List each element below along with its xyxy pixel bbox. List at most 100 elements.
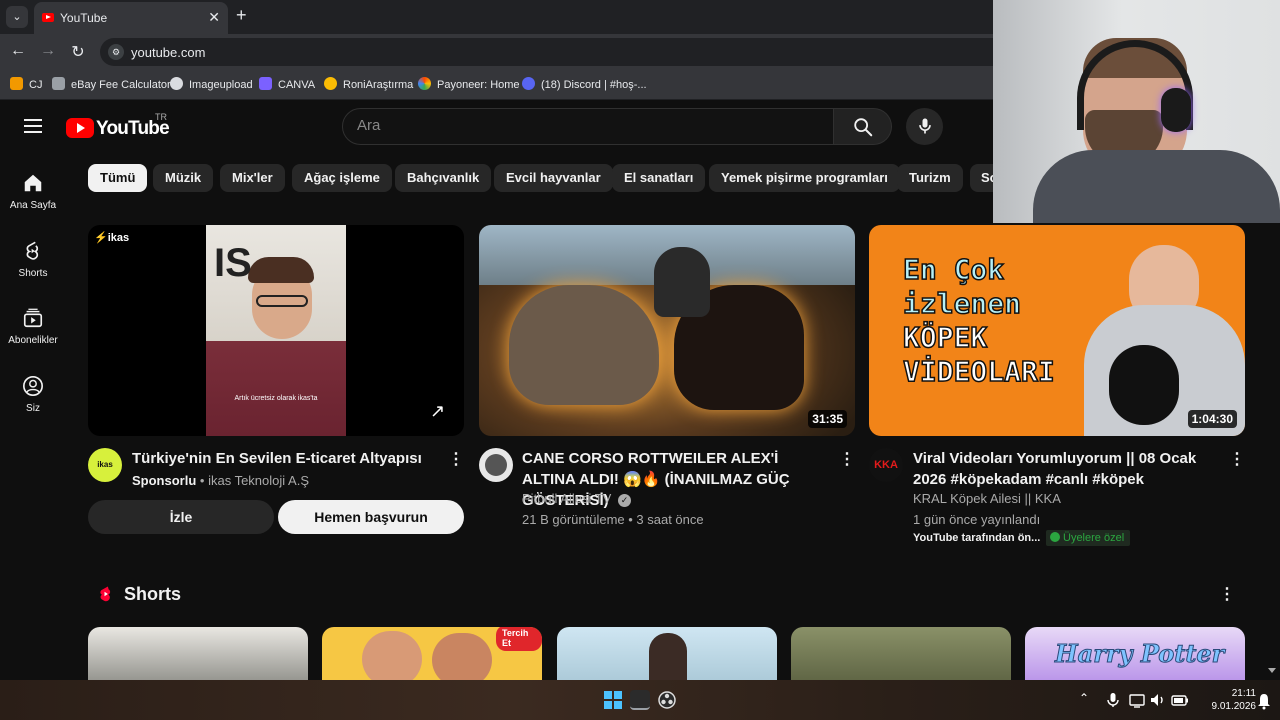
thumbnail-line: KÖPEK (902, 320, 988, 355)
short-thumbnail[interactable]: Tercih Et (322, 627, 542, 687)
volume-icon[interactable] (1148, 690, 1168, 710)
thumbnail-line: izlenen (902, 286, 1022, 321)
bookmark-discord[interactable]: (18) Discord | #hoş-... (522, 77, 647, 91)
chip-partial[interactable]: So (970, 164, 993, 192)
forward-arrow-icon[interactable]: → (38, 42, 58, 60)
ad-thumbnail-person-image: IS (206, 225, 346, 436)
roni-favicon-icon (324, 77, 337, 90)
channel-avatar[interactable] (479, 448, 513, 482)
featured-by-youtube: YouTube tarafından ön... (913, 532, 1041, 544)
chip-evcil-hayvanlar[interactable]: Evcil hayvanlar (494, 164, 613, 192)
new-tab-button[interactable]: + (236, 5, 247, 26)
bookmark-imageupload[interactable]: Imageupload (170, 77, 253, 91)
canva-favicon-icon (259, 77, 272, 90)
headset-earcup-image (1161, 88, 1191, 132)
chip-el-sanatlari[interactable]: El sanatları (612, 164, 706, 192)
ad-thumbnail[interactable]: ⚡ikas IS Artık ücretsiz olarak ikas'ta ↗ (88, 225, 464, 436)
short-thumbnail[interactable] (791, 627, 1011, 687)
bookmark-label: Imageupload (189, 79, 253, 91)
chip-turizm[interactable]: Turizm (897, 164, 963, 192)
short-thumbnail[interactable] (557, 627, 777, 687)
you-icon (23, 376, 43, 396)
payoneer-favicon-icon (418, 77, 431, 90)
sidebar-item-subscriptions[interactable]: Abonelikler (0, 307, 66, 367)
watch-button[interactable]: İzle (88, 500, 274, 534)
thumbnail-line: En Çok (902, 252, 1005, 287)
bookmark-payoneer[interactable]: Payoneer: Home (418, 77, 520, 91)
search-icon (854, 118, 873, 137)
chip-yemek-pisirme[interactable]: Yemek pişirme programları (709, 164, 900, 192)
separator: • (199, 473, 209, 488)
reload-icon[interactable]: ↻ (68, 42, 88, 62)
short-person-image (432, 633, 492, 687)
close-tab-icon[interactable]: ✕ (208, 9, 220, 26)
country-code: TR (155, 112, 167, 122)
short-thumbnail[interactable]: Harry Potter (1025, 627, 1245, 687)
bookmark-roniarastirma[interactable]: RoniAraştırma (324, 77, 413, 91)
search-box[interactable] (342, 108, 834, 145)
obs-app-icon[interactable] (657, 690, 677, 710)
sidebar-item-home[interactable]: Ana Sayfa (0, 172, 66, 232)
battery-icon[interactable] (1170, 690, 1190, 710)
man-image (654, 247, 710, 317)
chip-agac-isleme[interactable]: Ağaç işleme (292, 164, 392, 192)
url-text[interactable]: youtube.com (131, 45, 205, 60)
clock-date: 9.01.2026 (1211, 701, 1257, 712)
short-badge-text: Tercih Et (496, 627, 542, 651)
channel-name[interactable]: KRAL Köpek Ailesi || KKA (913, 491, 1061, 506)
ad-thumbnail-caption: Artık ücretsiz olarak ikas'ta (234, 395, 318, 402)
ikas-avatar[interactable]: ikas (88, 448, 122, 482)
sidebar-item-you[interactable]: Siz (0, 375, 66, 435)
network-icon[interactable] (1127, 690, 1147, 710)
browser-tab-youtube[interactable]: YouTube ✕ (34, 2, 228, 34)
chip-tumu[interactable]: Tümü (88, 164, 148, 192)
back-arrow-icon[interactable]: ← (8, 42, 28, 60)
site-settings-icon[interactable]: ⚙ (108, 44, 124, 60)
task-view-icon[interactable] (630, 690, 650, 710)
apply-now-button[interactable]: Hemen başvurun (278, 500, 464, 534)
bookmark-ebay-fee-calculator[interactable]: eBay Fee Calculator (52, 77, 171, 91)
windows-taskbar: ⌃ 21:11 9.01.2026 (0, 680, 1280, 720)
video-title[interactable]: Viral Videoları Yorumluyorum || 08 Ocak … (913, 448, 1218, 490)
search-input[interactable] (357, 117, 817, 134)
youtube-play-icon (66, 118, 94, 138)
short-person-image (649, 633, 687, 687)
shorts-more-options-icon[interactable]: ⋮ (1217, 585, 1237, 605)
bookmark-cj[interactable]: CJ (10, 77, 42, 91)
ad-meta: Sponsorlu • ikas Teknoloji A.Ş (132, 473, 309, 488)
tab-search-button[interactable]: ⌄ (6, 6, 28, 28)
microphone-icon (919, 118, 931, 134)
bookmark-canva[interactable]: CANVA (259, 77, 315, 91)
channel-name[interactable]: Pitbull Ailesi TV ✓ (522, 491, 631, 507)
show-hidden-icons-chevron-icon[interactable]: ⌃ (1079, 691, 1089, 705)
chip-mixler[interactable]: Mix'ler (220, 164, 285, 192)
scrollbar-down-arrow[interactable] (1268, 668, 1276, 673)
more-options-icon[interactable]: ⋮ (1227, 450, 1247, 470)
menu-icon[interactable] (24, 119, 42, 133)
video-thumbnail[interactable]: 31:35 (479, 225, 855, 436)
channel-avatar[interactable]: KKA (869, 448, 903, 482)
members-badge-icon (1050, 532, 1060, 542)
cane-corso-image (509, 285, 659, 405)
sidebar-item-label: Shorts (18, 268, 48, 279)
more-options-icon[interactable]: ⋮ (837, 450, 857, 470)
video-title[interactable]: Türkiye'nin En Sevilen E-ticaret Altyapı… (132, 448, 422, 469)
sidebar-item-shorts[interactable]: Shorts (0, 240, 66, 300)
windows-start-icon[interactable] (603, 690, 623, 710)
ebay-favicon-icon (52, 77, 65, 90)
search-button[interactable] (834, 108, 892, 145)
notification-bell-icon[interactable] (1254, 691, 1274, 711)
bookmark-label: RoniAraştırma (343, 79, 414, 91)
more-options-icon[interactable]: ⋮ (446, 450, 466, 470)
microphone-tray-icon[interactable] (1103, 690, 1123, 710)
youtube-logo[interactable]: YouTube TR (66, 112, 176, 140)
open-link-arrow-icon[interactable]: ↗ (430, 401, 445, 422)
video-thumbnail[interactable]: En Çok izlenen KÖPEK VİDEOLARI 1:04:30 (869, 225, 1245, 436)
channel-name-text: Pitbull Ailesi TV (522, 491, 612, 506)
chip-bahcivanlik[interactable]: Bahçıvanlık (395, 164, 492, 192)
cj-favicon-icon (10, 77, 23, 90)
voice-search-button[interactable] (906, 108, 943, 145)
system-clock[interactable]: 21:11 9.01.2026 (1212, 687, 1257, 713)
chip-muzik[interactable]: Müzik (153, 164, 214, 192)
short-thumbnail[interactable] (88, 627, 308, 687)
